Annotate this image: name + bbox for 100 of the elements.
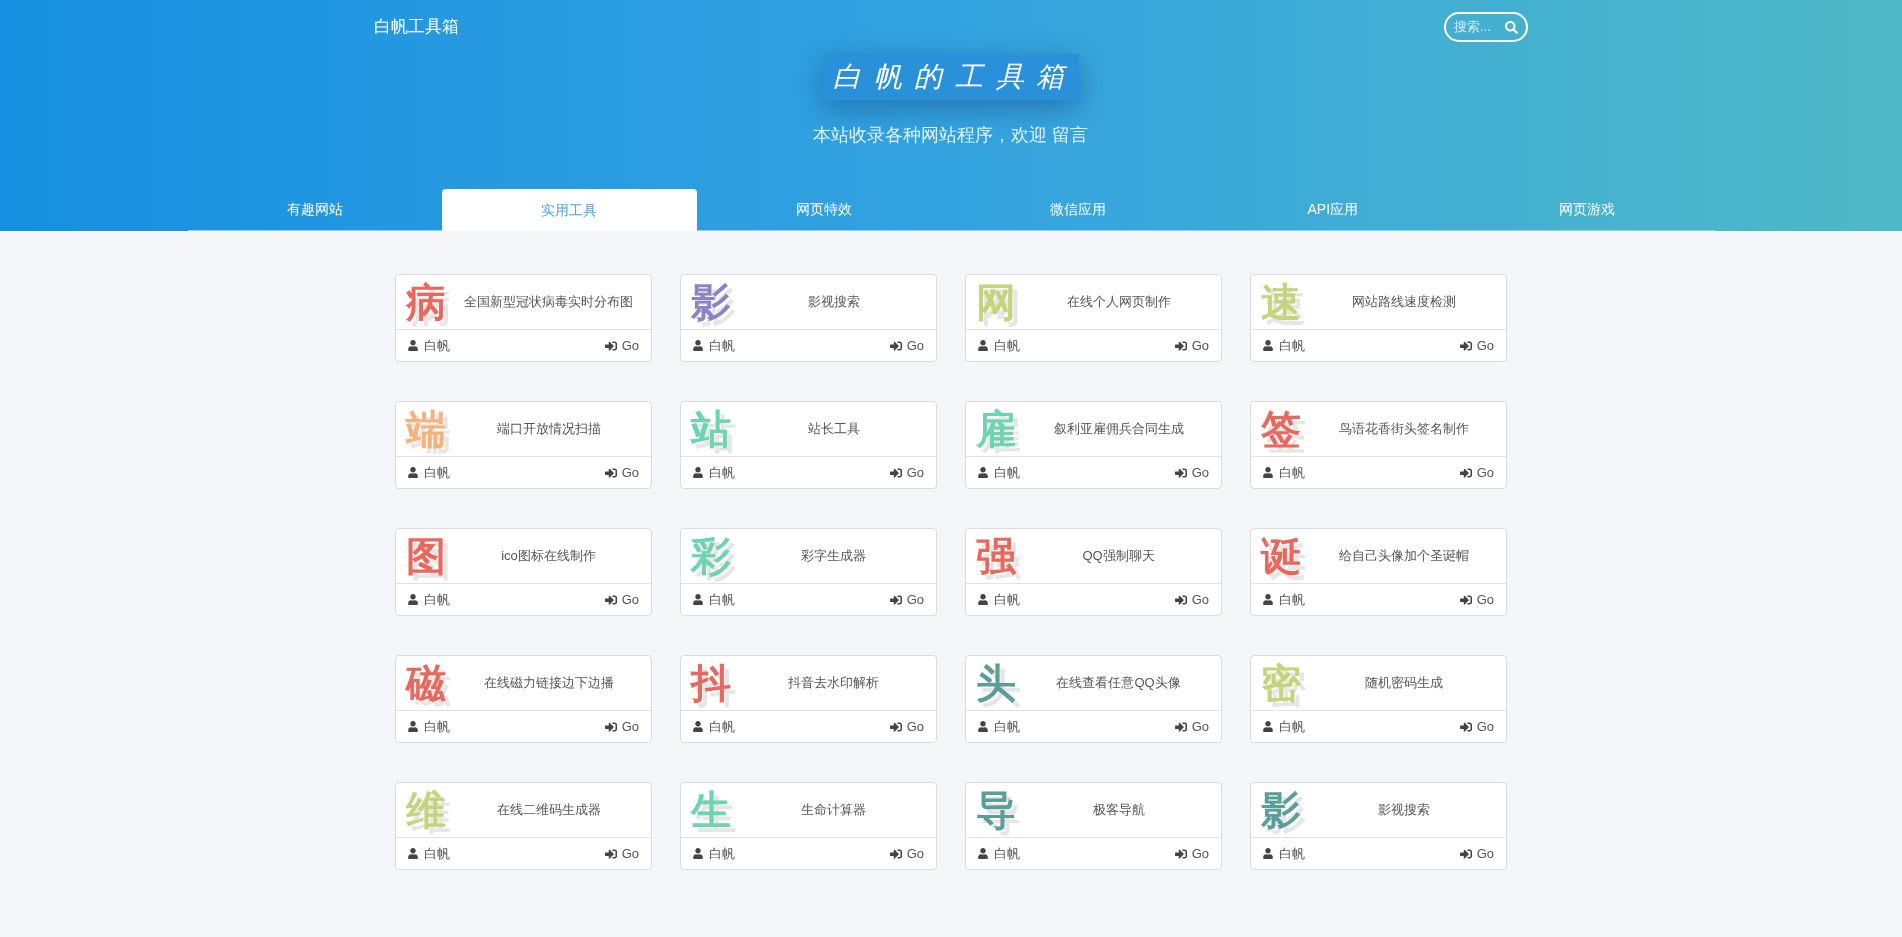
sign-in-icon bbox=[604, 720, 617, 733]
card-author: 白帆 bbox=[994, 717, 1020, 736]
card-author: 白帆 bbox=[709, 463, 735, 482]
tool-card[interactable]: 生 生命计算器 白帆 Go bbox=[680, 782, 937, 870]
sign-in-icon bbox=[604, 593, 617, 606]
user-icon bbox=[1263, 340, 1273, 351]
go-link[interactable]: Go bbox=[1459, 462, 1494, 483]
card-glyph: 站 bbox=[691, 409, 731, 449]
go-link[interactable]: Go bbox=[1459, 335, 1494, 356]
sign-in-icon bbox=[1459, 847, 1472, 860]
sign-in-icon bbox=[604, 847, 617, 860]
tool-card[interactable]: 彩 彩字生成器 白帆 Go bbox=[680, 528, 937, 616]
tool-card[interactable]: 磁 在线磁力链接边下边播 白帆 Go bbox=[395, 655, 652, 743]
card-glyph: 签 bbox=[1261, 409, 1301, 449]
tool-card[interactable]: 签 鸟语花香街头签名制作 白帆 Go bbox=[1250, 401, 1507, 489]
go-link[interactable]: Go bbox=[604, 335, 639, 356]
sign-in-icon bbox=[889, 720, 902, 733]
user-icon bbox=[693, 467, 703, 478]
card-glyph: 强 bbox=[976, 536, 1016, 576]
card-title: 抖音去水印解析 bbox=[787, 674, 880, 693]
sign-in-icon bbox=[889, 847, 902, 860]
go-link[interactable]: Go bbox=[1174, 589, 1209, 610]
card-glyph: 维 bbox=[406, 790, 446, 830]
card-title: 彩字生成器 bbox=[800, 547, 867, 566]
card-author: 白帆 bbox=[994, 844, 1020, 863]
tool-card[interactable]: 网 在线个人网页制作 白帆 Go bbox=[965, 274, 1222, 362]
card-glyph: 生 bbox=[691, 790, 731, 830]
card-glyph: 导 bbox=[976, 790, 1016, 830]
card-author: 白帆 bbox=[424, 590, 450, 609]
sign-in-icon bbox=[604, 339, 617, 352]
go-link[interactable]: Go bbox=[889, 843, 924, 864]
go-link[interactable]: Go bbox=[1174, 843, 1209, 864]
user-icon bbox=[978, 848, 988, 859]
sign-in-icon bbox=[1459, 339, 1472, 352]
card-author: 白帆 bbox=[424, 844, 450, 863]
tool-card[interactable]: 站 站长工具 白帆 Go bbox=[680, 401, 937, 489]
card-title: 影视搜索 bbox=[806, 293, 861, 312]
tool-card[interactable]: 抖 抖音去水印解析 白帆 Go bbox=[680, 655, 937, 743]
banner-subtitle: 本站收录各种网站程序，欢迎 留言 bbox=[813, 124, 1089, 147]
tool-card[interactable]: 图 ico图标在线制作 白帆 Go bbox=[395, 528, 652, 616]
tool-card[interactable]: 导 极客导航 白帆 Go bbox=[965, 782, 1222, 870]
sign-in-icon bbox=[889, 466, 902, 479]
card-title: 随机密码生成 bbox=[1363, 674, 1444, 693]
card-title: 端口开放情况扫描 bbox=[495, 420, 602, 439]
go-link[interactable]: Go bbox=[1174, 462, 1209, 483]
user-icon bbox=[408, 340, 418, 351]
card-title: 生命计算器 bbox=[800, 801, 867, 820]
tool-card[interactable]: 速 网站路线速度检测 白帆 Go bbox=[1250, 274, 1507, 362]
tool-card[interactable]: 影 影视搜索 白帆 Go bbox=[1250, 782, 1507, 870]
tool-card[interactable]: 诞 给自己头像加个圣诞帽 白帆 Go bbox=[1250, 528, 1507, 616]
user-icon bbox=[1263, 594, 1273, 605]
tool-card[interactable]: 雇 叙利亚雇佣兵合同生成 白帆 Go bbox=[965, 401, 1222, 489]
banner-title: 白帆的工具箱 bbox=[823, 54, 1079, 100]
card-glyph: 雇 bbox=[976, 409, 1016, 449]
card-author: 白帆 bbox=[709, 336, 735, 355]
user-icon bbox=[978, 467, 988, 478]
card-author: 白帆 bbox=[424, 336, 450, 355]
search-input[interactable]: 搜索... bbox=[1454, 17, 1504, 37]
sign-in-icon bbox=[1174, 720, 1187, 733]
tool-card[interactable]: 维 在线二维码生成器 白帆 Go bbox=[395, 782, 652, 870]
sign-in-icon bbox=[1174, 847, 1187, 860]
user-icon bbox=[693, 848, 703, 859]
go-link[interactable]: Go bbox=[1174, 335, 1209, 356]
tool-card[interactable]: 影 影视搜索 白帆 Go bbox=[680, 274, 937, 362]
go-link[interactable]: Go bbox=[1174, 716, 1209, 737]
user-icon bbox=[978, 340, 988, 351]
tool-card[interactable]: 端 端口开放情况扫描 白帆 Go bbox=[395, 401, 652, 489]
go-link[interactable]: Go bbox=[604, 716, 639, 737]
card-glyph: 网 bbox=[976, 282, 1016, 322]
tool-card[interactable]: 头 在线查看任意QQ头像 白帆 Go bbox=[965, 655, 1222, 743]
card-glyph: 影 bbox=[1261, 790, 1301, 830]
go-link[interactable]: Go bbox=[889, 716, 924, 737]
go-link[interactable]: Go bbox=[604, 589, 639, 610]
go-link[interactable]: Go bbox=[1459, 716, 1494, 737]
card-author: 白帆 bbox=[1279, 336, 1305, 355]
go-link[interactable]: Go bbox=[889, 462, 924, 483]
sign-in-icon bbox=[1459, 593, 1472, 606]
go-link[interactable]: Go bbox=[1459, 589, 1494, 610]
go-link[interactable]: Go bbox=[889, 335, 924, 356]
user-icon bbox=[408, 848, 418, 859]
card-glyph: 图 bbox=[406, 536, 446, 576]
go-link[interactable]: Go bbox=[1459, 843, 1494, 864]
sign-in-icon bbox=[1459, 466, 1472, 479]
card-glyph: 头 bbox=[976, 663, 1016, 703]
search-icon[interactable] bbox=[1505, 20, 1518, 34]
search-field[interactable]: 搜索... bbox=[1444, 12, 1528, 42]
sign-in-icon bbox=[1459, 720, 1472, 733]
tool-card[interactable]: 病 全国新型冠状病毒实时分布图 白帆 Go bbox=[395, 274, 652, 362]
tool-card[interactable]: 强 QQ强制聊天 白帆 Go bbox=[965, 528, 1222, 616]
go-link[interactable]: Go bbox=[889, 589, 924, 610]
sign-in-icon bbox=[1174, 593, 1187, 606]
user-icon bbox=[408, 721, 418, 732]
go-link[interactable]: Go bbox=[604, 462, 639, 483]
card-author: 白帆 bbox=[709, 844, 735, 863]
tool-card[interactable]: 密 随机密码生成 白帆 Go bbox=[1250, 655, 1507, 743]
card-title: QQ强制聊天 bbox=[1081, 547, 1156, 566]
card-author: 白帆 bbox=[709, 590, 735, 609]
card-title: 站长工具 bbox=[806, 420, 861, 439]
card-title: 影视搜索 bbox=[1376, 801, 1431, 820]
go-link[interactable]: Go bbox=[604, 843, 639, 864]
